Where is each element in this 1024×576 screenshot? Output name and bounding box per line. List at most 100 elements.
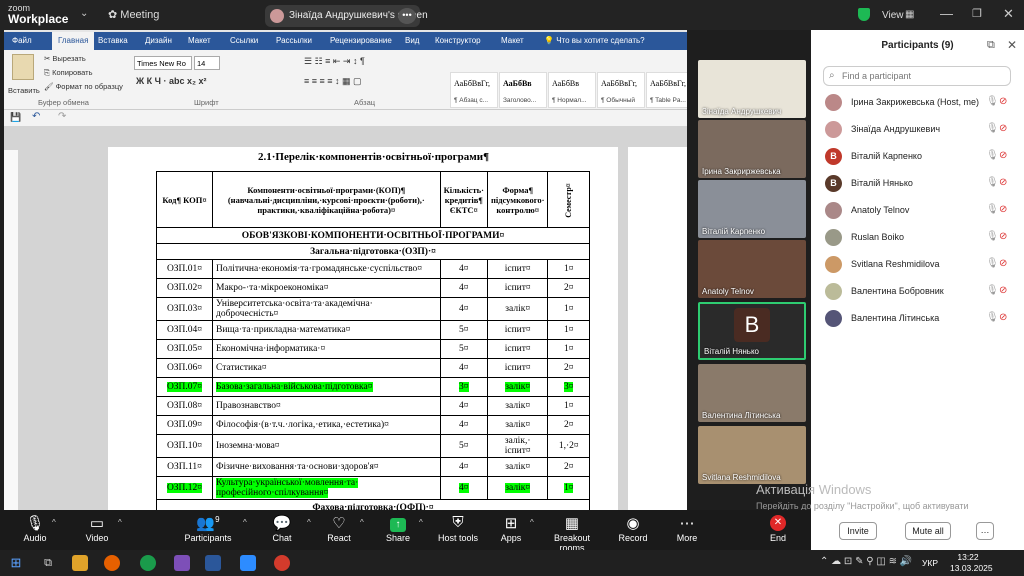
more-button[interactable]: ⋯ More	[657, 514, 717, 543]
undo-icon[interactable]: ↶	[32, 111, 40, 122]
format-painter-button[interactable]: 🖌 Формат по образцу	[44, 82, 123, 91]
camera-off-icon[interactable]: ⊘	[999, 177, 1007, 188]
chat-button[interactable]: 💬 Chat	[252, 514, 312, 543]
participant-row[interactable]: Ірина Закрижевська (Host, me) 🎙 ⊘	[823, 90, 1013, 116]
style-regular[interactable]: АаБбВвГг, ¶ Обычный	[597, 72, 645, 108]
style-normal-2[interactable]: АаБбВв ¶ Нормал...	[548, 72, 596, 108]
windows-start-icon[interactable]: ⊞	[8, 555, 24, 571]
font-format-buttons[interactable]: Ж К Ч · abc x₂ x²	[136, 76, 206, 86]
redo-icon[interactable]: ↷	[58, 111, 66, 122]
style-normal-1[interactable]: АаБбВвГг, ¶ Абзац с...	[450, 72, 498, 108]
participant-row[interactable]: B Віталій Карпенко 🎙 ⊘	[823, 144, 1013, 170]
document-page[interactable]: 2.1·Перелік·компонентів·освітньої·програ…	[108, 147, 618, 510]
video-tile[interactable]: Anatoly Telnov	[698, 240, 806, 298]
font-size-field[interactable]: 14	[194, 56, 220, 70]
microphone-icon[interactable]: 🎙	[986, 177, 999, 188]
participants-options-caret[interactable]: ^	[243, 518, 247, 527]
system-tray-icons[interactable]: ⌃ ☁ ⊡ ✎ ⚲ ◫ ≋ 🔊	[820, 556, 912, 567]
shield-icon[interactable]	[858, 8, 870, 21]
style-heading[interactable]: АаБбВв Заголово...	[499, 72, 547, 108]
participant-row[interactable]: Валентина Літинська 🎙 ⊘	[823, 306, 1013, 332]
camera-off-icon[interactable]: ⊘	[999, 96, 1007, 107]
breakout-rooms-button[interactable]: ▦ Breakout rooms	[542, 514, 602, 553]
align-buttons[interactable]: ≡ ≡ ≡ ≡ ↕ ▦ ▢	[304, 76, 362, 87]
ribbon-tab[interactable]: Дизайн	[145, 36, 172, 45]
language-indicator[interactable]: УКР	[922, 558, 938, 568]
microphone-icon[interactable]: 🎙	[986, 258, 999, 269]
meeting-menu[interactable]: ✿ Meeting	[108, 8, 159, 21]
paste-button[interactable]: Вставить	[8, 86, 40, 95]
camera-off-icon[interactable]: ⊘	[999, 231, 1007, 242]
apps-options-caret[interactable]: ^	[530, 518, 534, 527]
video-tile[interactable]: Svitlana Reshmidilova	[698, 426, 806, 484]
ribbon-tab[interactable]: Рецензирование	[330, 36, 392, 45]
microphone-icon[interactable]: 🎙	[986, 231, 999, 242]
microphone-icon[interactable]: 🎙	[986, 204, 999, 215]
ribbon-tab[interactable]: Макет	[501, 36, 524, 45]
ribbon-tab[interactable]: Конструктор	[435, 36, 481, 45]
camera-off-icon[interactable]: ⊘	[999, 123, 1007, 134]
chrome-profile-icon[interactable]	[274, 555, 290, 571]
camera-off-icon[interactable]: ⊘	[999, 204, 1007, 215]
ribbon-tab[interactable]: Главная	[52, 32, 95, 50]
share-options-caret[interactable]: ^	[419, 518, 423, 527]
viber-icon[interactable]	[174, 555, 190, 571]
ribbon-tab[interactable]: Вид	[405, 36, 419, 45]
end-meeting-button[interactable]: ✕ End	[752, 514, 804, 543]
video-tile[interactable]: Зінаїда Андрушкевич	[698, 60, 806, 118]
view-button[interactable]: View	[882, 10, 904, 21]
more-icon[interactable]: •••	[398, 8, 416, 24]
camera-off-icon[interactable]: ⊘	[999, 285, 1007, 296]
audio-button[interactable]: 🎙 Audio	[5, 514, 65, 543]
participants-button[interactable]: 👥9 Participants	[178, 514, 238, 543]
save-icon[interactable]: 💾	[10, 112, 21, 123]
participant-row[interactable]: Svitlana Reshmidilova 🎙 ⊘	[823, 252, 1013, 278]
video-options-caret[interactable]: ^	[118, 518, 122, 527]
ribbon-tab[interactable]: Ссылки	[230, 36, 258, 45]
participant-row[interactable]: Anatoly Telnov 🎙 ⊘	[823, 198, 1013, 224]
minimize-icon[interactable]: —	[940, 6, 953, 21]
close-icon[interactable]: ✕	[1003, 6, 1014, 22]
participant-row[interactable]: Зінаїда Андрушкевич 🎙 ⊘	[823, 117, 1013, 143]
style-table[interactable]: АаБбВвГг, ¶ Table Pa...	[646, 72, 687, 108]
camera-off-icon[interactable]: ⊘	[999, 312, 1007, 323]
word-icon[interactable]	[205, 555, 221, 571]
camera-off-icon[interactable]: ⊘	[999, 150, 1007, 161]
camera-off-icon[interactable]: ⊘	[999, 258, 1007, 269]
participant-row[interactable]: B Віталій Нянько 🎙 ⊘	[823, 171, 1013, 197]
paste-icon[interactable]	[12, 54, 34, 80]
cut-button[interactable]: ✂ Вырезать	[44, 54, 86, 63]
video-tile[interactable]: Ірина Закриржевська	[698, 120, 806, 178]
participant-search-input[interactable]: Find a participant	[823, 66, 1011, 86]
chevron-down-icon[interactable]: ⌄	[80, 8, 88, 19]
chrome-icon[interactable]	[140, 555, 156, 571]
file-explorer-icon[interactable]	[72, 555, 88, 571]
react-options-caret[interactable]: ^	[360, 518, 364, 527]
ribbon-tab[interactable]: Вставка	[98, 36, 128, 45]
microphone-icon[interactable]: 🎙	[986, 285, 999, 296]
host-tools-button[interactable]: ⛨ Host tools	[428, 514, 488, 543]
microphone-icon[interactable]: 🎙	[986, 312, 999, 323]
video-tile[interactable]: B Віталій Нянько	[698, 302, 806, 360]
tell-me-search[interactable]: 💡 Что вы хотите сделать?	[544, 36, 645, 45]
audio-options-caret[interactable]: ^	[52, 518, 56, 527]
microphone-icon[interactable]: 🎙	[986, 96, 999, 107]
microphone-icon[interactable]: 🎙	[986, 123, 999, 134]
maximize-icon[interactable]: ❐	[972, 7, 982, 20]
video-tile[interactable]: Валентина Літинська	[698, 364, 806, 422]
copy-button[interactable]: ⎘ Копировать	[44, 68, 92, 78]
close-panel-icon[interactable]: ✕	[1007, 38, 1017, 52]
participant-row[interactable]: Ruslan Boiko 🎙 ⊘	[823, 225, 1013, 251]
microphone-icon[interactable]: 🎙	[986, 150, 999, 161]
ribbon-tab[interactable]: Файл	[12, 36, 32, 45]
zoom-app-icon[interactable]	[240, 555, 256, 571]
ribbon-tab[interactable]: Рассылки	[276, 36, 312, 45]
font-name-field[interactable]: Times New Ro	[134, 56, 192, 70]
taskbar-clock[interactable]: 13:22 13.03.2025	[950, 552, 993, 574]
list-buttons[interactable]: ☰ ☷ ≡ ⇤ ⇥ ↕ ¶	[304, 56, 365, 67]
task-view-icon[interactable]: ⧉	[40, 555, 56, 571]
popout-icon[interactable]: ⧉	[987, 39, 995, 52]
record-button[interactable]: ◉ Record	[603, 514, 663, 543]
ribbon-tab[interactable]: Макет	[188, 36, 211, 45]
participant-row[interactable]: Валентина Бобровник 🎙 ⊘	[823, 279, 1013, 305]
